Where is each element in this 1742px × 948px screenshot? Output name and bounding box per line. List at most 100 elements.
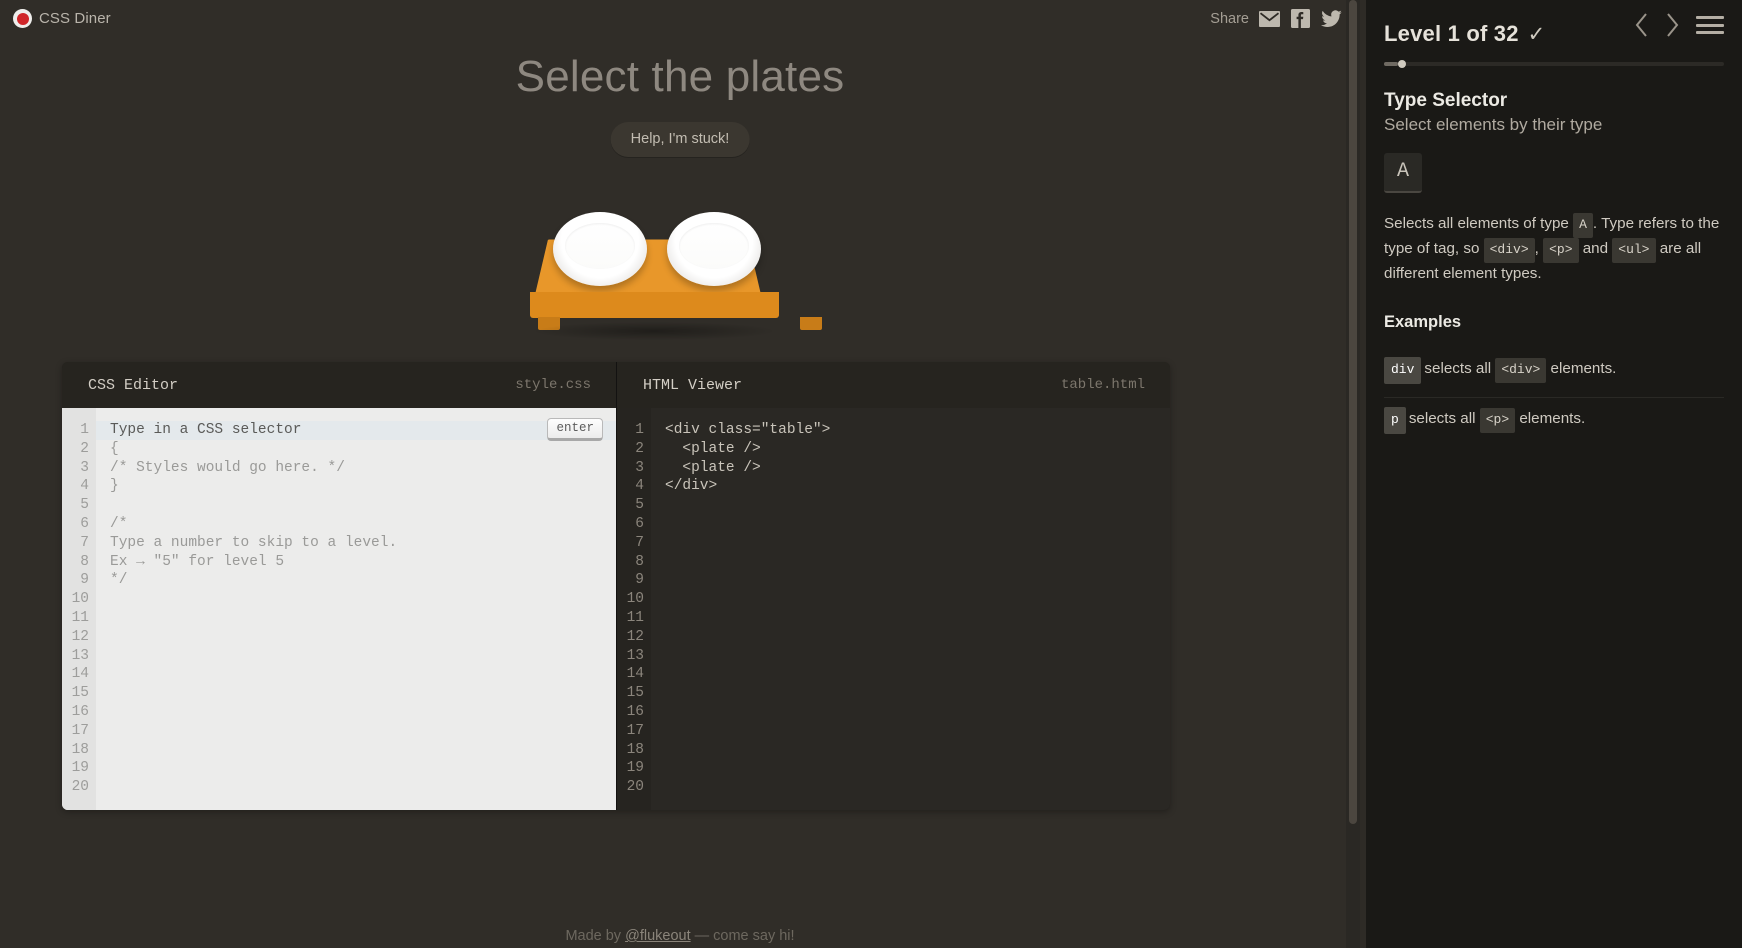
code-line: [110, 703, 616, 722]
example-text-before: selects all: [1424, 360, 1495, 377]
code-line: }: [110, 477, 616, 496]
code-chip: <ul>: [1612, 238, 1655, 263]
table-leg-right: [800, 317, 822, 330]
line-number: 13: [617, 647, 644, 666]
css-editor-filename: style.css: [515, 377, 591, 393]
css-editor-title: CSS Editor: [88, 377, 178, 394]
twitter-icon[interactable]: [1321, 8, 1342, 29]
hamburger-menu-icon[interactable]: [1696, 14, 1724, 36]
plate-item[interactable]: [553, 212, 647, 286]
code-line: [665, 534, 1170, 553]
brand-logo-link[interactable]: CSS Diner: [13, 9, 111, 28]
lesson-body: Type Selector Select elements by their t…: [1384, 66, 1724, 447]
help-button[interactable]: Help, I'm stuck!: [611, 122, 750, 157]
code-line: [665, 553, 1170, 572]
code-line: [665, 778, 1170, 797]
html-viewer-gutter: 1234567891011121314151617181920: [617, 408, 651, 810]
line-number: 18: [62, 741, 89, 760]
code-line: Type a number to skip to a level.: [110, 534, 616, 553]
line-number: 20: [617, 778, 644, 797]
table-scene: [530, 186, 830, 336]
line-number: 1: [62, 421, 89, 440]
code-line: [665, 759, 1170, 778]
code-line: /*: [110, 515, 616, 534]
code-line: [110, 741, 616, 760]
line-number: 6: [62, 515, 89, 534]
footer-prefix: Made by: [565, 928, 625, 944]
example-tag-chip: <p>: [1480, 408, 1515, 433]
plate-item[interactable]: [667, 212, 761, 286]
page-title: Select the plates: [0, 52, 1360, 102]
facebook-icon[interactable]: [1290, 8, 1311, 29]
footer: Made by @flukeout — come say hi!: [0, 928, 1360, 944]
code-line: [110, 628, 616, 647]
code-line: [665, 741, 1170, 760]
line-number: 4: [617, 477, 644, 496]
code-chip: A: [1573, 213, 1593, 238]
code-line: [665, 665, 1170, 684]
code-line: [665, 515, 1170, 534]
sidebar-header: Level 1 of 32 ✓: [1384, 0, 1724, 62]
code-line: [665, 628, 1170, 647]
line-number: 3: [617, 459, 644, 478]
css-editor-panel: CSS Editor style.css 1234567891011121314…: [62, 362, 616, 810]
author-link[interactable]: @flukeout: [625, 928, 691, 944]
code-line: {: [110, 440, 616, 459]
chevron-right-icon[interactable]: [1665, 12, 1680, 38]
level-progress-bar[interactable]: [1384, 62, 1724, 66]
css-diner-app: CSS Diner Share Select the plates Help, …: [0, 0, 1742, 948]
lesson-description: Selects all elements of type A. Type ref…: [1384, 213, 1724, 285]
line-number: 17: [617, 722, 644, 741]
code-line: [110, 759, 616, 778]
line-number: 11: [617, 609, 644, 628]
html-viewer-code-area: 1234567891011121314151617181920 <div cla…: [617, 408, 1170, 810]
code-line: [665, 590, 1170, 609]
page-scrollbar[interactable]: [1346, 0, 1360, 948]
line-number: 7: [62, 534, 89, 553]
code-line: <plate />: [665, 459, 1170, 478]
line-number: 12: [62, 628, 89, 647]
line-number: 10: [62, 590, 89, 609]
html-viewer-header: HTML Viewer table.html: [617, 362, 1170, 408]
line-number: 9: [62, 571, 89, 590]
line-number: 16: [62, 703, 89, 722]
line-number: 3: [62, 459, 89, 478]
code-line: [665, 684, 1170, 703]
top-bar: CSS Diner Share: [0, 0, 1360, 40]
example-tag-chip: <div>: [1495, 358, 1546, 383]
code-line: [110, 647, 616, 666]
example-text-before: selects all: [1409, 410, 1480, 427]
sidebar-nav: [1634, 12, 1724, 38]
code-line: <plate />: [665, 440, 1170, 459]
css-editor-code-area[interactable]: 1234567891011121314151617181920 Type in …: [62, 408, 616, 810]
enter-key-button[interactable]: enter: [547, 418, 603, 441]
line-number: 2: [617, 440, 644, 459]
line-number: 18: [617, 741, 644, 760]
line-number: 17: [62, 722, 89, 741]
code-chip: <div>: [1484, 238, 1535, 263]
code-line: [665, 609, 1170, 628]
email-icon[interactable]: [1259, 8, 1280, 29]
line-number: 5: [62, 496, 89, 515]
line-number: 9: [617, 571, 644, 590]
examples-title: Examples: [1384, 313, 1724, 332]
line-number: 4: [62, 477, 89, 496]
example-text-after: elements.: [1515, 410, 1585, 427]
footer-suffix: — come say hi!: [691, 928, 795, 944]
desc-text-4: and: [1579, 240, 1613, 257]
html-viewer-filename: table.html: [1061, 377, 1145, 393]
css-editor-input[interactable]: Type in a CSS selector{/* Styles would g…: [96, 408, 616, 810]
html-viewer-panel: HTML Viewer table.html 12345678910111213…: [616, 362, 1170, 810]
level-complete-check-icon: ✓: [1528, 24, 1546, 45]
example-selector: p: [1384, 407, 1406, 434]
main-content-area: CSS Diner Share Select the plates Help, …: [0, 0, 1360, 948]
line-number: 11: [62, 609, 89, 628]
brand-name: CSS Diner: [39, 10, 111, 27]
code-line: [665, 496, 1170, 515]
line-number: 12: [617, 628, 644, 647]
lesson-subtitle: Select elements by their type: [1384, 115, 1724, 135]
table-shadow: [534, 322, 774, 340]
code-line: [665, 722, 1170, 741]
code-line: [665, 703, 1170, 722]
chevron-left-icon[interactable]: [1634, 12, 1649, 38]
